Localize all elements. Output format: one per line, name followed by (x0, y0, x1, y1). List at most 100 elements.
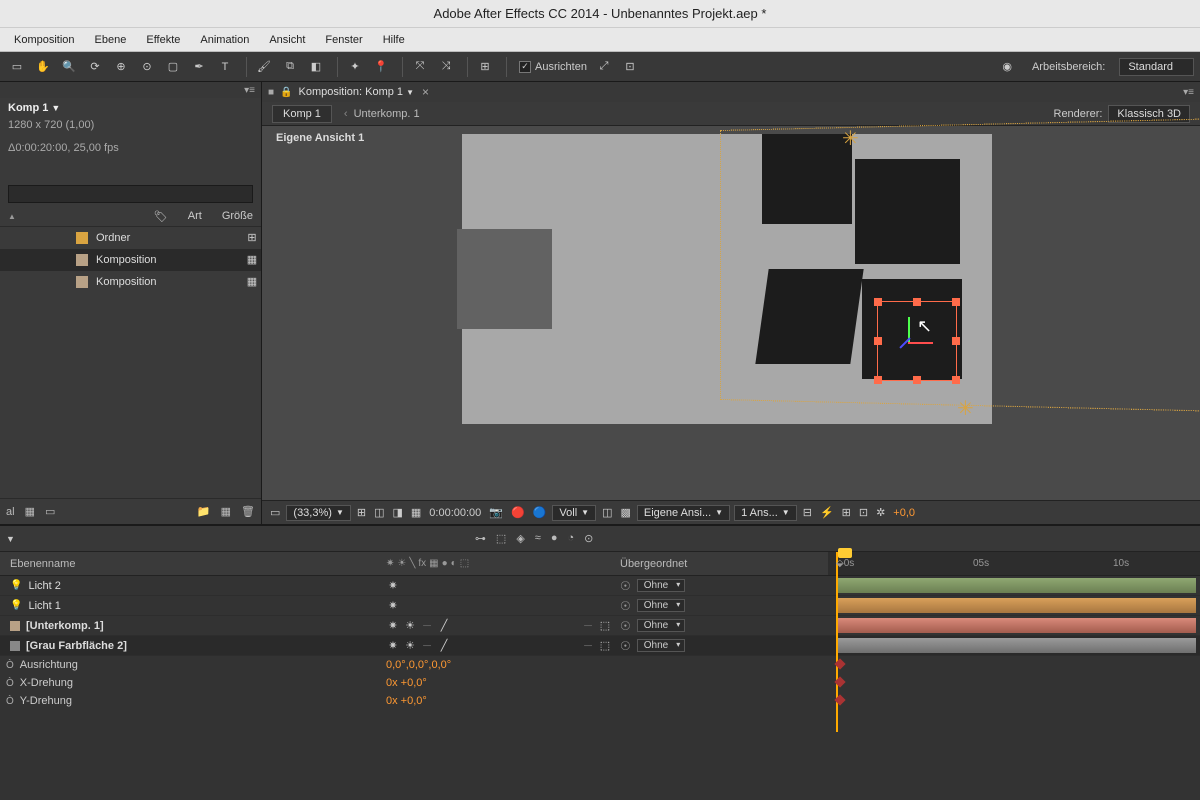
layer-square[interactable] (855, 159, 960, 264)
clone-tool-icon[interactable]: ⧉ (279, 56, 301, 78)
time-display[interactable]: 0:00:00:00 (427, 507, 483, 519)
resize-handle[interactable] (874, 376, 882, 384)
property-row[interactable]: Ò Ausrichtung 0,0°,0,0°,0,0° (0, 656, 1200, 674)
property-value[interactable]: 0x +0,0° (386, 677, 612, 689)
eraser-tool-icon[interactable]: ◧ (305, 56, 327, 78)
col-type-label[interactable]: Art (188, 210, 202, 222)
workspace-dropdown[interactable]: Standard (1119, 58, 1194, 76)
switch-cell[interactable]: ☀ (403, 639, 417, 653)
graph-icon[interactable]: ◔ (568, 532, 575, 545)
camera-dropdown[interactable]: Eigene Ansi...▼ (637, 505, 730, 521)
keyframe-icon[interactable] (834, 658, 845, 669)
zoom-tool-icon[interactable]: 🔍 (58, 56, 80, 78)
layer-bar[interactable] (838, 638, 1196, 653)
brush-tool-icon[interactable]: 🖌 (253, 56, 275, 78)
pickwhip-icon[interactable]: ☉ (620, 639, 631, 653)
snapping-checkbox[interactable]: ✓ Ausrichten (519, 61, 587, 73)
menu-komposition[interactable]: Komposition (4, 34, 85, 46)
col-layer-name[interactable]: Ebenenname (0, 558, 386, 570)
resize-handle[interactable] (874, 337, 882, 345)
breadcrumb-active[interactable]: Komp 1 (272, 105, 332, 123)
camera-tool-icon[interactable]: ⊕ (110, 56, 132, 78)
resize-handle[interactable] (913, 298, 921, 306)
resize-handle[interactable] (952, 298, 960, 306)
cube-icon[interactable]: ⬚ (598, 639, 612, 653)
trash-icon[interactable]: 🗑 (241, 505, 255, 518)
layer-bar[interactable] (838, 578, 1196, 593)
layer-row[interactable]: 💡 Licht 1 ✷ ☉ Ohne (0, 596, 1200, 616)
channel-icon[interactable]: 🔴 (509, 506, 527, 519)
resize-handle[interactable] (952, 376, 960, 384)
menu-ansicht[interactable]: Ansicht (259, 34, 315, 46)
flowchart-icon[interactable]: ⊡ (857, 506, 870, 519)
roto-tool-icon[interactable]: ✦ (344, 56, 366, 78)
keyframe-icon[interactable] (834, 676, 845, 687)
resize-handle[interactable] (874, 298, 882, 306)
resize-handle[interactable] (913, 376, 921, 384)
layer-bar[interactable] (838, 598, 1196, 613)
switch-cell[interactable]: ─ (420, 639, 434, 653)
grid-icon[interactable]: ▦ (409, 506, 423, 519)
col-parent[interactable]: Übergeordnet (612, 558, 828, 570)
comp-tab[interactable]: Komposition: Komp 1 ▼ (299, 86, 415, 98)
layer-square[interactable] (755, 269, 863, 364)
layer-bar[interactable] (838, 618, 1196, 633)
menu-fenster[interactable]: Fenster (315, 34, 372, 46)
guides-icon[interactable]: ◫ (600, 506, 614, 519)
hand-tool-icon[interactable]: ✋ (32, 56, 54, 78)
selection-tool-icon[interactable]: ▭ (6, 56, 28, 78)
resolution-dropdown[interactable]: Voll▼ (552, 505, 596, 521)
pickwhip-icon[interactable]: ☉ (620, 599, 631, 613)
property-value[interactable]: 0x +0,0° (386, 695, 612, 707)
menu-effekte[interactable]: Effekte (136, 34, 190, 46)
motion-blur-icon[interactable]: ≈ (535, 532, 541, 545)
world-axis-icon[interactable]: ⤨ (435, 56, 457, 78)
parent-dropdown[interactable]: Ohne (637, 599, 685, 612)
bpc-icon[interactable]: ▭ (45, 505, 55, 518)
cube-icon[interactable]: ⬚ (598, 619, 612, 633)
project-item-folder[interactable]: Ordner ⊞ (0, 227, 261, 249)
light-icon[interactable]: ✳ (957, 396, 974, 421)
timeline-icon[interactable]: ⊞ (840, 506, 853, 519)
close-icon[interactable]: × (422, 85, 429, 99)
fast-preview-icon[interactable]: ⚡ (818, 506, 836, 519)
search-input[interactable] (8, 185, 253, 203)
parent-dropdown[interactable]: Ohne (637, 619, 685, 632)
frame-blend-icon[interactable]: ◈ (516, 532, 524, 545)
anchor-tool-icon[interactable]: ⊙ (136, 56, 158, 78)
property-row[interactable]: Ò X-Drehung 0x +0,0° (0, 674, 1200, 692)
snap-box-icon[interactable]: ⊡ (619, 56, 641, 78)
layer-row[interactable]: [Unterkomp. 1] ✷ ☀─╱ ─⬚ ☉ Ohne (0, 616, 1200, 636)
exposure-value[interactable]: +0,0 (891, 507, 917, 519)
layer-square[interactable] (762, 134, 852, 224)
views-dropdown[interactable]: 1 Ans...▼ (734, 505, 797, 521)
color-icon[interactable]: 🔵 (531, 506, 549, 519)
new-folder-icon[interactable]: 📁 (197, 505, 211, 518)
rotate-tool-icon[interactable]: ⟳ (84, 56, 106, 78)
panel-menu[interactable]: ▾≡ (0, 82, 261, 98)
time-ruler[interactable]: ⬙0s 05s 10s (828, 552, 1200, 575)
switch-cell[interactable]: ─ (420, 619, 434, 633)
pickwhip-icon[interactable]: ☉ (620, 579, 631, 593)
chevron-down-icon[interactable]: ▼ (6, 534, 15, 544)
switch-cell[interactable]: ─ (581, 619, 595, 633)
text-tool-icon[interactable]: T (214, 56, 236, 78)
snapshot-icon[interactable]: 📷 (487, 506, 505, 519)
switch-cell[interactable]: ─ (581, 639, 595, 653)
shape-tool-icon[interactable]: ▢ (162, 56, 184, 78)
sort-icon[interactable]: ▲ (8, 212, 16, 221)
roi-icon[interactable]: ◨ (390, 506, 404, 519)
project-item-comp[interactable]: Komposition ▦ (0, 271, 261, 293)
breadcrumb-item[interactable]: Unterkomp. 1 (354, 108, 420, 120)
menu-animation[interactable]: Animation (190, 34, 259, 46)
keyframe-icon[interactable] (834, 694, 845, 705)
res-icon[interactable]: ⊞ (355, 506, 368, 519)
parent-dropdown[interactable]: Ohne (637, 639, 685, 652)
switch-cell[interactable]: ✷ (386, 619, 400, 633)
pickwhip-icon[interactable]: ☉ (620, 619, 631, 633)
pixel-ar-icon[interactable]: ⊟ (801, 506, 814, 519)
extra-tool-icon[interactable]: ⊞ (474, 56, 496, 78)
interpret-icon[interactable]: ▦ (25, 505, 35, 518)
property-value[interactable]: 0,0°,0,0°,0,0° (386, 659, 612, 671)
shy-icon[interactable]: ⊶ (475, 532, 486, 545)
